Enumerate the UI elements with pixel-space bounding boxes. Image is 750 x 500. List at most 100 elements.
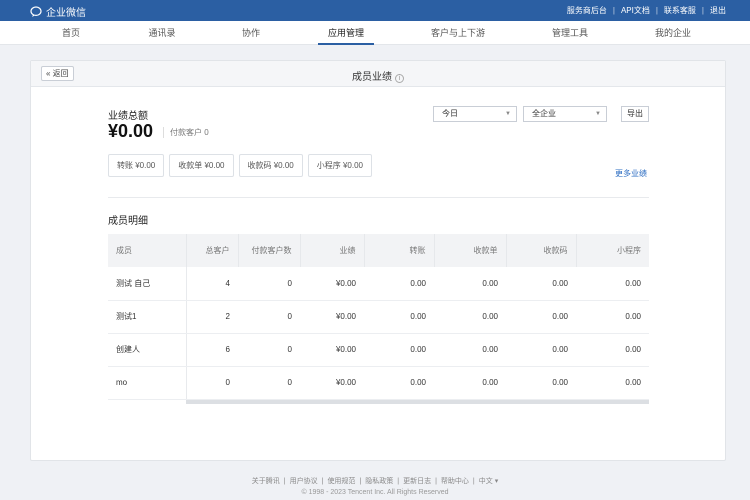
footer-link-changelog[interactable]: 更新日志 [403,478,431,485]
cell-performance: ¥0.00 [300,267,364,301]
nav-home[interactable]: 首页 [62,21,80,45]
cell-payment-order: 0.00 [434,366,506,400]
chevron-down-icon: ▼ [505,111,511,117]
cell-paid-customers: 0 [238,300,300,334]
table-row[interactable]: 测试 自己 4 0 ¥0.00 0.00 0.00 0.00 0.00 [108,267,649,301]
footer-link-help[interactable]: 帮助中心 [441,478,469,485]
member-detail-table: 成员 总客户 付款客户数 业绩 转账 收款单 收款码 小程序 测试 自己 4 0… [108,234,649,400]
link-separator: | [321,478,324,485]
link-separator: | [435,478,437,485]
cell-payment-order: 0.00 [434,267,506,301]
chip-payment-code[interactable]: 收款码 ¥0.00 [238,154,303,177]
divider [108,197,649,198]
paid-customers-count: 付款客户 0 [163,127,209,138]
provider-console-link[interactable]: 服务商后台 [567,5,607,16]
footer-link-usage-rules[interactable]: 使用规范 [327,478,355,485]
col-total-customers: 总客户 [186,234,239,267]
col-mini-program: 小程序 [576,234,649,267]
member-detail-title: 成员明细 [108,216,148,227]
nav-management-tools[interactable]: 管理工具 [552,21,588,45]
period-select-value: 今日 [442,109,458,118]
col-performance: 业绩 [300,234,365,267]
cell-performance: ¥0.00 [300,366,364,400]
cell-payment-code: 0.00 [506,267,576,301]
link-separator: | [612,6,615,15]
card-header: « 返回 成员业绩 i [31,61,725,87]
cell-payment-order: 0.00 [434,333,506,367]
cell-mini-program: 0.00 [576,366,649,400]
nav-collaboration[interactable]: 协作 [242,21,260,45]
link-separator: | [472,478,475,485]
cell-member: 测试1 [108,300,186,334]
col-payment-order: 收款单 [434,234,507,267]
brand-logo[interactable]: 企业微信 [30,4,86,19]
table-header-row: 成员 总客户 付款客户数 业绩 转账 收款单 收款码 小程序 [108,234,649,267]
chip-transfer[interactable]: 转账 ¥0.00 [108,154,165,177]
chevron-down-icon: ▼ [595,111,601,117]
cell-performance: ¥0.00 [300,333,364,367]
link-separator: | [701,6,704,15]
table-row[interactable]: mo 0 0 ¥0.00 0.00 0.00 0.00 0.00 [108,366,649,400]
contact-support-link[interactable]: 联系客服 [664,5,696,16]
nav-customers-partners[interactable]: 客户与上下游 [431,21,485,45]
link-separator: | [397,478,400,485]
scope-select[interactable]: 全企业 ▼ [523,106,607,122]
nav-my-enterprise[interactable]: 我的企业 [655,21,691,45]
chip-mini-program[interactable]: 小程序 ¥0.00 [307,154,372,177]
table-horizontal-scrollbar[interactable] [186,400,649,404]
nav-contacts[interactable]: 通讯录 [148,21,175,45]
cell-performance: ¥0.00 [300,300,364,334]
payment-breakdown: 转账 ¥0.00 收款单 ¥0.00 收款码 ¥0.00 小程序 ¥0.00 [108,154,377,177]
brand-name: 企业微信 [46,8,86,19]
cell-total-customers: 6 [185,333,238,367]
cell-total-customers: 0 [185,366,238,400]
export-button[interactable]: 导出 [621,106,649,122]
cell-paid-customers: 0 [238,267,300,301]
api-docs-link[interactable]: API文档 [621,5,650,16]
footer-link-terms[interactable]: 用户协议 [290,478,318,485]
link-separator: | [359,478,362,485]
cell-mini-program: 0.00 [576,267,649,301]
cell-total-customers: 4 [185,267,238,301]
page-title-text: 成员业绩 [352,72,392,83]
copyright: © 1998 - 2023 Tencent Inc. All Rights Re… [301,489,449,496]
footer-link-about[interactable]: 关于腾讯 [252,478,280,485]
cell-transfer: 0.00 [364,267,434,301]
cell-paid-customers: 0 [238,366,300,400]
cell-payment-order: 0.00 [434,300,506,334]
scope-select-value: 全企业 [532,109,556,118]
cell-payment-code: 0.00 [506,366,576,400]
cell-member: mo [108,366,186,400]
logout-link[interactable]: 退出 [710,5,726,16]
cell-transfer: 0.00 [364,333,434,367]
member-performance-card: « 返回 成员业绩 i 业绩总额 ¥0.00 付款客户 0 今日 ▼ 全企业 ▼ … [30,60,726,461]
cell-payment-code: 0.00 [506,300,576,334]
table-row[interactable]: 创建人 6 0 ¥0.00 0.00 0.00 0.00 0.00 [108,333,649,367]
top-bar: 企业微信 服务商后台 | API文档 | 联系客服 | 退出 [0,0,750,21]
top-links: 服务商后台 | API文档 | 联系客服 | 退出 [567,5,726,16]
col-payment-code: 收款码 [506,234,577,267]
main-nav: 首页 通讯录 协作 应用管理 客户与上下游 管理工具 我的企业 [0,21,750,45]
cell-total-customers: 2 [185,300,238,334]
period-select[interactable]: 今日 ▼ [433,106,517,122]
col-transfer: 转账 [364,234,435,267]
wecom-logo-icon [30,5,42,17]
info-icon[interactable]: i [395,74,404,83]
cell-payment-code: 0.00 [506,333,576,367]
cell-transfer: 0.00 [364,366,434,400]
col-member: 成员 [108,234,187,267]
nav-app-management[interactable]: 应用管理 [317,21,375,45]
total-performance-label: 业绩总额 [108,111,148,122]
cell-member: 创建人 [108,333,186,367]
total-performance-amount: ¥0.00 [108,121,154,141]
page-title: 成员业绩 i [31,68,725,83]
cell-paid-customers: 0 [238,333,300,367]
chip-payment-order[interactable]: 收款单 ¥0.00 [169,154,234,177]
col-paid-customers: 付款客户数 [238,234,301,267]
footer-links: 关于腾讯 | 用户协议 | 使用规范 | 隐私政策 | 更新日志 | 帮助中心 | 中文 ▾ [0,476,750,486]
more-performance-link[interactable]: 更多业绩 [615,168,647,179]
language-switcher[interactable]: 中文 ▾ [479,478,498,485]
footer-link-privacy[interactable]: 隐私政策 [365,478,393,485]
cell-member: 测试 自己 [108,267,186,301]
table-row[interactable]: 测试1 2 0 ¥0.00 0.00 0.00 0.00 0.00 [108,300,649,334]
